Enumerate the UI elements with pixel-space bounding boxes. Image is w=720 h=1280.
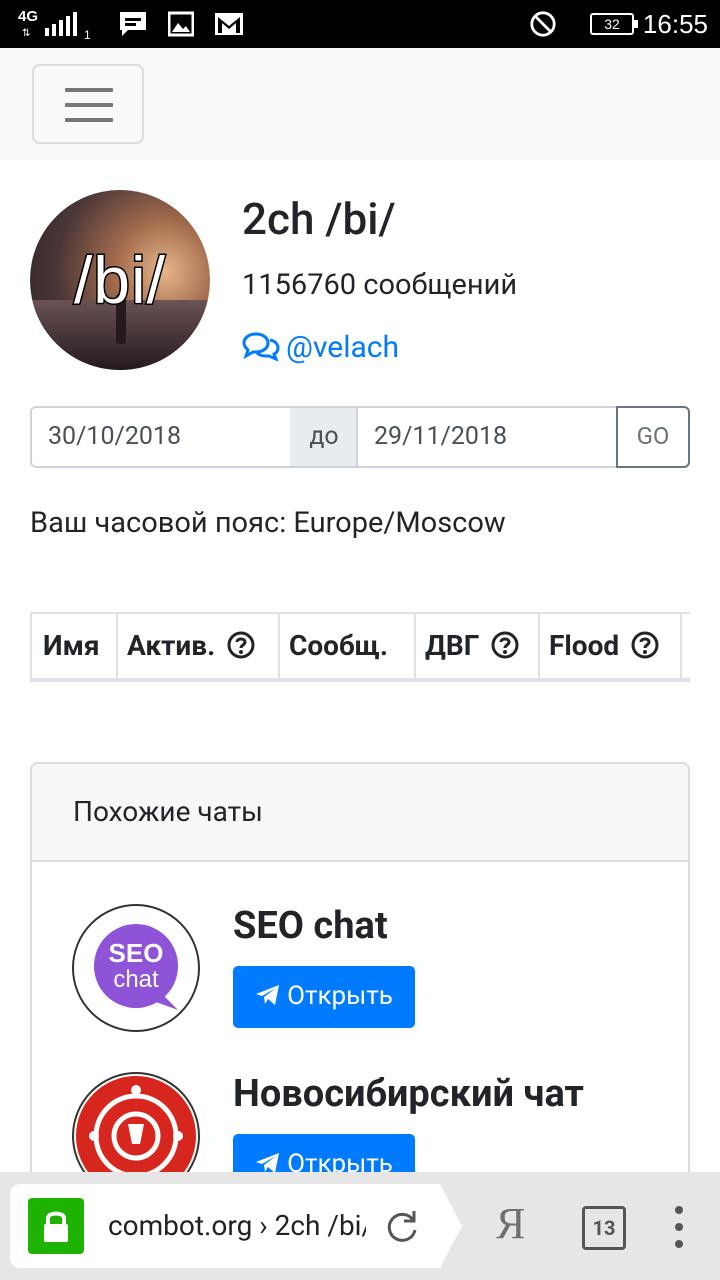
question-circle-icon[interactable] <box>226 630 256 660</box>
seo-logo-text-1: SEO <box>108 938 164 968</box>
similar-chat-name[interactable]: Новосибирский чат <box>233 1072 584 1116</box>
th-messages[interactable]: Сообщ. <box>278 614 416 678</box>
url-text[interactable]: combot.org › 2ch /bi/ <box>108 1184 366 1268</box>
menu-dot <box>675 1223 683 1231</box>
signal-icon <box>45 12 77 36</box>
chat-title: 2ch /bi/ <box>242 193 396 245</box>
th-dvg-label: ДВГ <box>425 629 480 662</box>
tabs-button[interactable]: 13 <box>582 1206 626 1250</box>
more-menu-icon[interactable] <box>675 1206 685 1250</box>
menu-toggle-button[interactable] <box>32 64 144 144</box>
address-bar[interactable]: combot.org › 2ch /bi/ <box>10 1184 462 1268</box>
open-button-label: Открыть <box>287 981 393 1011</box>
stats-table-header: Имя Актив. Сообщ. ДВГ Flood <box>30 612 690 682</box>
th-flood[interactable]: Flood <box>538 614 682 678</box>
network-type: 4G <box>18 8 39 25</box>
data-arrows-icon: ⇅ <box>22 28 31 39</box>
menu-dot <box>675 1240 683 1248</box>
date-from-input[interactable]: 30/10/2018 <box>30 406 292 468</box>
chat-handle: @velach <box>286 330 400 365</box>
th-activity-label: Актив. <box>127 629 216 662</box>
similar-chats-header: Похожие чаты <box>32 764 688 862</box>
seo-logo-text-2: chat <box>113 966 159 993</box>
go-button[interactable]: GO <box>616 406 690 468</box>
range-separator: до <box>290 406 358 468</box>
yandex-button[interactable]: Я <box>496 1198 525 1249</box>
browser-toolbar: combot.org › 2ch /bi/ Я 13 <box>0 1172 720 1280</box>
sim-slot: 1 <box>84 28 91 42</box>
telegram-plane-icon <box>256 985 280 1005</box>
similar-chat-name[interactable]: SEO chat <box>233 904 388 948</box>
question-circle-icon[interactable] <box>630 630 660 660</box>
hamburger-icon-line <box>65 103 113 107</box>
padlock-glyph <box>44 1211 68 1242</box>
avatar-text: /bi/ <box>72 242 167 319</box>
th-dvg[interactable]: ДВГ <box>414 614 540 678</box>
clock: 16:55 <box>642 9 708 39</box>
open-seo-chat-button[interactable]: Открыть <box>233 966 415 1028</box>
menu-dot <box>675 1206 683 1214</box>
question-circle-icon[interactable] <box>490 630 520 660</box>
navbar <box>0 48 720 160</box>
message-count: 1156760 сообщений <box>242 268 518 302</box>
th-flood-label: Flood <box>549 629 620 662</box>
seo-chat-logo: SEO chat <box>72 904 200 1032</box>
date-range-form: 30/10/2018 до 29/11/2018 GO <box>30 406 690 468</box>
timezone-text: Ваш часовой пояс: Europe/Moscow <box>30 506 506 540</box>
chat-avatar: /bi/ <box>30 190 210 370</box>
lock-icon[interactable] <box>28 1198 84 1254</box>
th-messages-label: Сообщ. <box>289 629 389 662</box>
hamburger-icon-line <box>65 118 113 122</box>
th-name[interactable]: Имя <box>30 614 118 678</box>
hamburger-icon <box>65 88 113 92</box>
th-activity[interactable]: Актив. <box>116 614 280 678</box>
status-bar: 4G ⇅ 1 32 16:55 <box>0 0 720 48</box>
battery-icon: 32 <box>590 13 638 35</box>
gmail-icon <box>215 13 243 35</box>
reload-icon[interactable] <box>382 1206 422 1246</box>
th-name-label: Имя <box>43 629 100 662</box>
gallery-icon <box>168 11 194 37</box>
date-to-input[interactable]: 29/11/2018 <box>356 406 618 468</box>
message-icon <box>120 12 146 36</box>
chat-handle-link[interactable]: @velach <box>242 330 399 365</box>
do-not-disturb-icon <box>530 11 556 37</box>
comments-icon <box>242 332 280 362</box>
